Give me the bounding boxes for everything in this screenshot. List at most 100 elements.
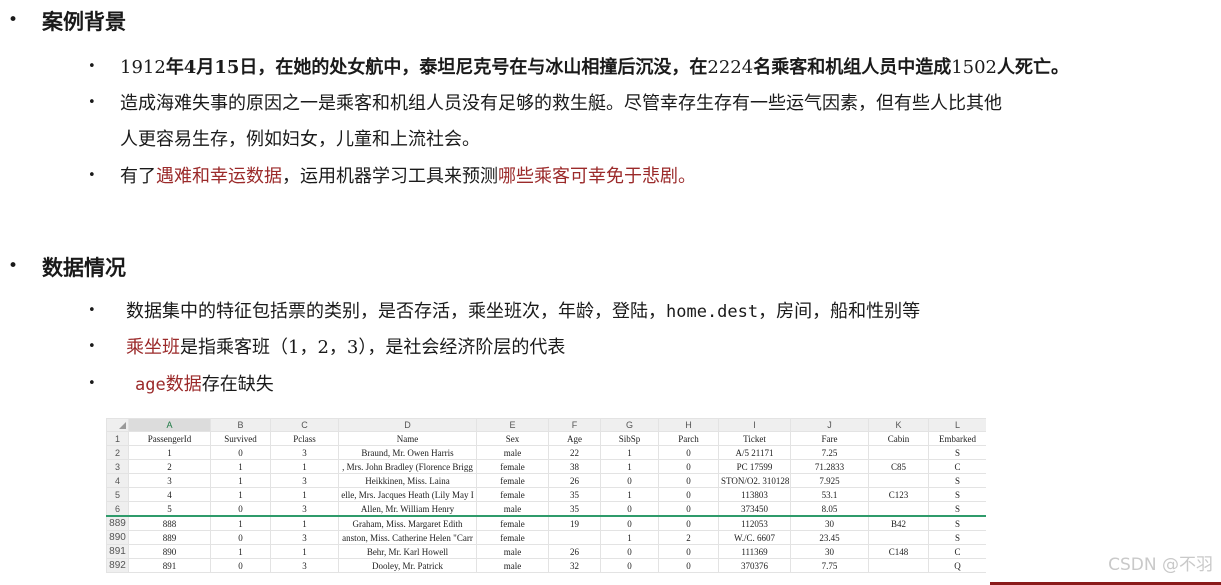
table-cell[interactable]: 1 bbox=[210, 473, 271, 488]
table-cell[interactable] bbox=[868, 530, 929, 545]
table-cell[interactable]: 35 bbox=[548, 501, 601, 517]
table-cell[interactable]: 3 bbox=[128, 473, 211, 488]
row-number[interactable]: 3 bbox=[106, 459, 129, 474]
table-cell[interactable]: 0 bbox=[658, 459, 719, 474]
table-cell[interactable]: 0 bbox=[658, 445, 719, 460]
table-cell[interactable]: 2 bbox=[658, 530, 719, 545]
table-cell[interactable]: Cabin bbox=[868, 431, 929, 446]
table-cell[interactable]: male bbox=[476, 558, 549, 573]
table-cell[interactable]: Behr, Mr. Karl Howell bbox=[338, 544, 477, 559]
table-cell[interactable]: PC 17599 bbox=[718, 459, 791, 474]
table-cell[interactable]: S bbox=[928, 473, 986, 488]
table-cell[interactable]: A/5 21171 bbox=[718, 445, 791, 460]
table-cell[interactable]: S bbox=[928, 445, 986, 460]
table-cell[interactable]: 35 bbox=[548, 487, 601, 502]
row-number[interactable]: 892 bbox=[106, 558, 129, 573]
table-cell[interactable]: 111369 bbox=[718, 544, 791, 559]
row-number[interactable]: 4 bbox=[106, 473, 129, 488]
table-cell[interactable]: 4 bbox=[128, 487, 211, 502]
row-number[interactable]: 2 bbox=[106, 445, 129, 460]
table-cell[interactable] bbox=[868, 445, 929, 460]
table-cell[interactable]: Name bbox=[338, 431, 477, 446]
row-number[interactable]: 890 bbox=[106, 530, 129, 545]
table-cell[interactable]: Sex bbox=[476, 431, 549, 446]
table-cell[interactable]: male bbox=[476, 544, 549, 559]
column-header[interactable]: L bbox=[928, 418, 986, 432]
table-cell[interactable]: 0 bbox=[658, 544, 719, 559]
table-cell[interactable]: female bbox=[476, 515, 549, 531]
table-cell[interactable]: 1 bbox=[270, 544, 339, 559]
table-cell[interactable]: 0 bbox=[600, 558, 659, 573]
row-number[interactable]: 6 bbox=[106, 501, 129, 517]
table-cell[interactable]: S bbox=[928, 515, 986, 531]
column-header[interactable]: C bbox=[270, 418, 339, 432]
table-cell[interactable]: 0 bbox=[210, 558, 271, 573]
table-cell[interactable]: Ticket bbox=[718, 431, 791, 446]
table-cell[interactable]: 30 bbox=[790, 544, 869, 559]
table-cell[interactable]: B42 bbox=[868, 515, 929, 531]
table-cell[interactable]: 0 bbox=[658, 558, 719, 573]
table-cell[interactable]: Heikkinen, Miss. Laina bbox=[338, 473, 477, 488]
table-cell[interactable]: 71.2833 bbox=[790, 459, 869, 474]
table-cell[interactable]: 23.45 bbox=[790, 530, 869, 545]
column-header[interactable]: B bbox=[210, 418, 271, 432]
column-header[interactable]: J bbox=[790, 418, 869, 432]
table-cell[interactable]: 891 bbox=[128, 558, 211, 573]
table-cell[interactable]: 1 bbox=[210, 487, 271, 502]
table-cell[interactable]: female bbox=[476, 487, 549, 502]
column-header[interactable]: G bbox=[600, 418, 659, 432]
table-cell[interactable]: 0 bbox=[658, 501, 719, 517]
table-cell[interactable]: 1 bbox=[600, 530, 659, 545]
table-cell[interactable]: male bbox=[476, 501, 549, 517]
table-cell[interactable]: 32 bbox=[548, 558, 601, 573]
column-header[interactable]: H bbox=[658, 418, 719, 432]
table-cell[interactable]: 1 bbox=[600, 459, 659, 474]
table-cell[interactable]: SibSp bbox=[600, 431, 659, 446]
table-cell[interactable]: male bbox=[476, 445, 549, 460]
row-number[interactable]: 5 bbox=[106, 487, 129, 502]
table-cell[interactable]: 7.75 bbox=[790, 558, 869, 573]
table-cell[interactable]: 1 bbox=[270, 487, 339, 502]
table-cell[interactable]: Q bbox=[928, 558, 986, 573]
table-cell[interactable]: 0 bbox=[600, 515, 659, 531]
table-cell[interactable]: C85 bbox=[868, 459, 929, 474]
row-number[interactable]: 1 bbox=[106, 431, 129, 446]
table-cell[interactable]: elle, Mrs. Jacques Heath (Lily May I bbox=[338, 487, 477, 502]
table-cell[interactable]: 1 bbox=[210, 544, 271, 559]
select-all-corner[interactable] bbox=[106, 418, 129, 432]
table-cell[interactable]: S bbox=[928, 487, 986, 502]
table-cell[interactable]: Age bbox=[548, 431, 601, 446]
table-cell[interactable]: Braund, Mr. Owen Harris bbox=[338, 445, 477, 460]
column-header[interactable]: E bbox=[476, 418, 549, 432]
table-cell[interactable]: 26 bbox=[548, 473, 601, 488]
table-cell[interactable] bbox=[868, 473, 929, 488]
table-cell[interactable]: 1 bbox=[128, 445, 211, 460]
table-cell[interactable]: 26 bbox=[548, 544, 601, 559]
table-cell[interactable]: Fare bbox=[790, 431, 869, 446]
table-cell[interactable]: female bbox=[476, 459, 549, 474]
table-cell[interactable]: C123 bbox=[868, 487, 929, 502]
table-cell[interactable]: 0 bbox=[658, 487, 719, 502]
table-cell[interactable]: S bbox=[928, 530, 986, 545]
table-cell[interactable]: 3 bbox=[270, 445, 339, 460]
table-cell[interactable]: 113803 bbox=[718, 487, 791, 502]
table-cell[interactable]: 370376 bbox=[718, 558, 791, 573]
table-cell[interactable]: 19 bbox=[548, 515, 601, 531]
table-cell[interactable]: Parch bbox=[658, 431, 719, 446]
table-cell[interactable]: C bbox=[928, 459, 986, 474]
table-cell[interactable]: 0 bbox=[210, 530, 271, 545]
table-cell[interactable]: 1 bbox=[600, 445, 659, 460]
table-cell[interactable]: 1 bbox=[270, 459, 339, 474]
table-cell[interactable]: 2 bbox=[128, 459, 211, 474]
table-cell[interactable]: 1 bbox=[270, 515, 339, 531]
table-cell[interactable]: 3 bbox=[270, 530, 339, 545]
column-header[interactable]: K bbox=[868, 418, 929, 432]
table-cell[interactable]: 0 bbox=[600, 501, 659, 517]
row-number[interactable]: 889 bbox=[106, 515, 129, 531]
table-cell[interactable]: PassengerId bbox=[128, 431, 211, 446]
table-cell[interactable]: 3 bbox=[270, 558, 339, 573]
table-cell[interactable]: C bbox=[928, 544, 986, 559]
table-cell[interactable]: C148 bbox=[868, 544, 929, 559]
table-cell[interactable]: 3 bbox=[270, 501, 339, 517]
table-cell[interactable]: STON/O2. 310128 bbox=[718, 473, 791, 488]
